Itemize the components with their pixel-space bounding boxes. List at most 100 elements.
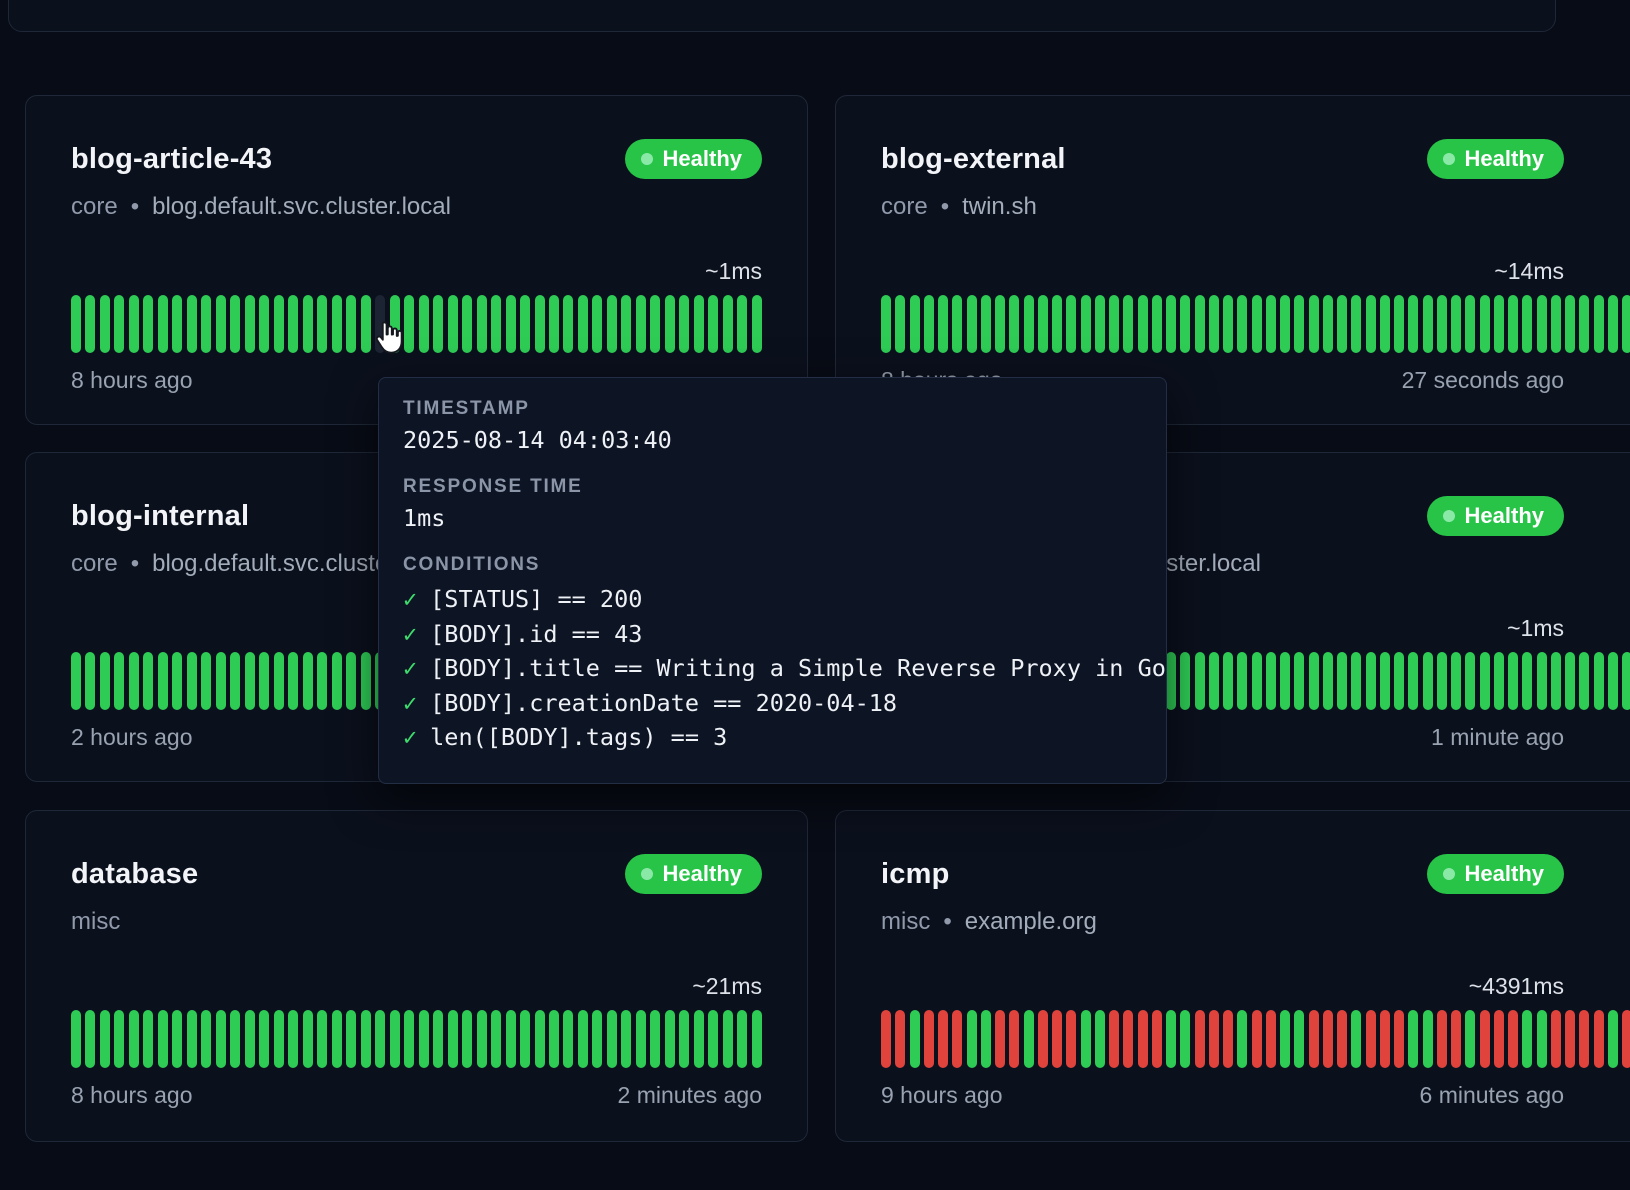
uptime-bar[interactable]: [303, 652, 313, 710]
uptime-bar[interactable]: [1052, 295, 1062, 353]
uptime-bar[interactable]: [433, 1010, 443, 1068]
uptime-bar[interactable]: [85, 652, 95, 710]
uptime-bar[interactable]: [1608, 1010, 1618, 1068]
uptime-bar[interactable]: [158, 295, 168, 353]
uptime-bar[interactable]: [1180, 652, 1190, 710]
uptime-bar[interactable]: [1451, 652, 1461, 710]
uptime-bar[interactable]: [419, 1010, 429, 1068]
uptime-bar[interactable]: [621, 1010, 631, 1068]
uptime-bar[interactable]: [981, 1010, 991, 1068]
uptime-bar[interactable]: [938, 295, 948, 353]
uptime-bar[interactable]: [1266, 295, 1276, 353]
uptime-bar[interactable]: [143, 295, 153, 353]
uptime-bar[interactable]: [1095, 1010, 1105, 1068]
uptime-bar[interactable]: [1280, 652, 1290, 710]
uptime-bar[interactable]: [1437, 652, 1447, 710]
uptime-bars[interactable]: [881, 295, 1630, 353]
uptime-bar[interactable]: [723, 1010, 733, 1068]
uptime-bar[interactable]: [1494, 652, 1504, 710]
uptime-bar[interactable]: [1252, 1010, 1262, 1068]
uptime-bar[interactable]: [1209, 652, 1219, 710]
uptime-bar[interactable]: [1451, 1010, 1461, 1068]
uptime-bar[interactable]: [1323, 295, 1333, 353]
uptime-bar[interactable]: [477, 1010, 487, 1068]
uptime-bar[interactable]: [1109, 295, 1119, 353]
uptime-bar[interactable]: [288, 652, 298, 710]
uptime-bar[interactable]: [1366, 1010, 1376, 1068]
uptime-bar[interactable]: [1394, 652, 1404, 710]
uptime-bar[interactable]: [1394, 1010, 1404, 1068]
uptime-bar[interactable]: [520, 295, 530, 353]
uptime-bar[interactable]: [679, 295, 689, 353]
uptime-bar[interactable]: [1166, 1010, 1176, 1068]
uptime-bar[interactable]: [71, 1010, 81, 1068]
uptime-bar[interactable]: [535, 1010, 545, 1068]
uptime-bar[interactable]: [361, 295, 371, 353]
uptime-bar[interactable]: [346, 1010, 356, 1068]
uptime-bar[interactable]: [1522, 652, 1532, 710]
uptime-bar[interactable]: [100, 652, 110, 710]
uptime-bar[interactable]: [1565, 652, 1575, 710]
uptime-bar[interactable]: [752, 295, 762, 353]
uptime-bar[interactable]: [910, 1010, 920, 1068]
uptime-bar[interactable]: [1380, 652, 1390, 710]
uptime-bars[interactable]: [71, 1010, 762, 1068]
uptime-bar[interactable]: [201, 1010, 211, 1068]
uptime-bar[interactable]: [129, 652, 139, 710]
uptime-bar[interactable]: [1351, 295, 1361, 353]
uptime-bar[interactable]: [85, 295, 95, 353]
uptime-bar[interactable]: [1294, 1010, 1304, 1068]
uptime-bar[interactable]: [1408, 295, 1418, 353]
uptime-bar[interactable]: [1309, 1010, 1319, 1068]
uptime-bar[interactable]: [1480, 652, 1490, 710]
uptime-bar[interactable]: [1622, 652, 1630, 710]
uptime-bar[interactable]: [303, 295, 313, 353]
uptime-bar[interactable]: [895, 295, 905, 353]
uptime-bar[interactable]: [158, 1010, 168, 1068]
uptime-bar[interactable]: [201, 295, 211, 353]
uptime-bar[interactable]: [1195, 1010, 1205, 1068]
uptime-bar[interactable]: [1465, 1010, 1475, 1068]
uptime-bar[interactable]: [361, 652, 371, 710]
uptime-bar[interactable]: [404, 1010, 414, 1068]
uptime-bar[interactable]: [578, 295, 588, 353]
uptime-bar[interactable]: [216, 295, 226, 353]
uptime-bar[interactable]: [1579, 295, 1589, 353]
uptime-bar[interactable]: [1608, 295, 1618, 353]
uptime-bar[interactable]: [881, 1010, 891, 1068]
uptime-bar[interactable]: [1366, 295, 1376, 353]
uptime-bar[interactable]: [549, 295, 559, 353]
uptime-bar[interactable]: [967, 295, 977, 353]
uptime-bar[interactable]: [1494, 295, 1504, 353]
uptime-bar[interactable]: [1594, 652, 1604, 710]
uptime-bar[interactable]: [100, 1010, 110, 1068]
uptime-bar[interactable]: [1622, 1010, 1630, 1068]
uptime-bar[interactable]: [317, 652, 327, 710]
uptime-bar[interactable]: [592, 1010, 602, 1068]
uptime-bar[interactable]: [1223, 1010, 1233, 1068]
uptime-bar[interactable]: [607, 295, 617, 353]
uptime-bar[interactable]: [1394, 295, 1404, 353]
uptime-bar[interactable]: [1366, 652, 1376, 710]
uptime-bar[interactable]: [1266, 1010, 1276, 1068]
uptime-bar[interactable]: [1166, 295, 1176, 353]
uptime-bar[interactable]: [114, 1010, 124, 1068]
uptime-bar[interactable]: [1081, 1010, 1091, 1068]
uptime-bar[interactable]: [1337, 1010, 1347, 1068]
uptime-bar[interactable]: [274, 295, 284, 353]
uptime-bar[interactable]: [1565, 1010, 1575, 1068]
uptime-bar[interactable]: [1066, 1010, 1076, 1068]
uptime-bar[interactable]: [1594, 1010, 1604, 1068]
uptime-bar[interactable]: [535, 295, 545, 353]
uptime-bar[interactable]: [952, 1010, 962, 1068]
uptime-bar[interactable]: [607, 1010, 617, 1068]
uptime-bar[interactable]: [419, 295, 429, 353]
uptime-bar[interactable]: [390, 295, 400, 353]
uptime-bar[interactable]: [1237, 295, 1247, 353]
uptime-bar[interactable]: [143, 652, 153, 710]
uptime-bar[interactable]: [230, 295, 240, 353]
uptime-bar[interactable]: [404, 295, 414, 353]
uptime-bar[interactable]: [448, 1010, 458, 1068]
uptime-bar[interactable]: [1209, 295, 1219, 353]
uptime-bar[interactable]: [563, 295, 573, 353]
